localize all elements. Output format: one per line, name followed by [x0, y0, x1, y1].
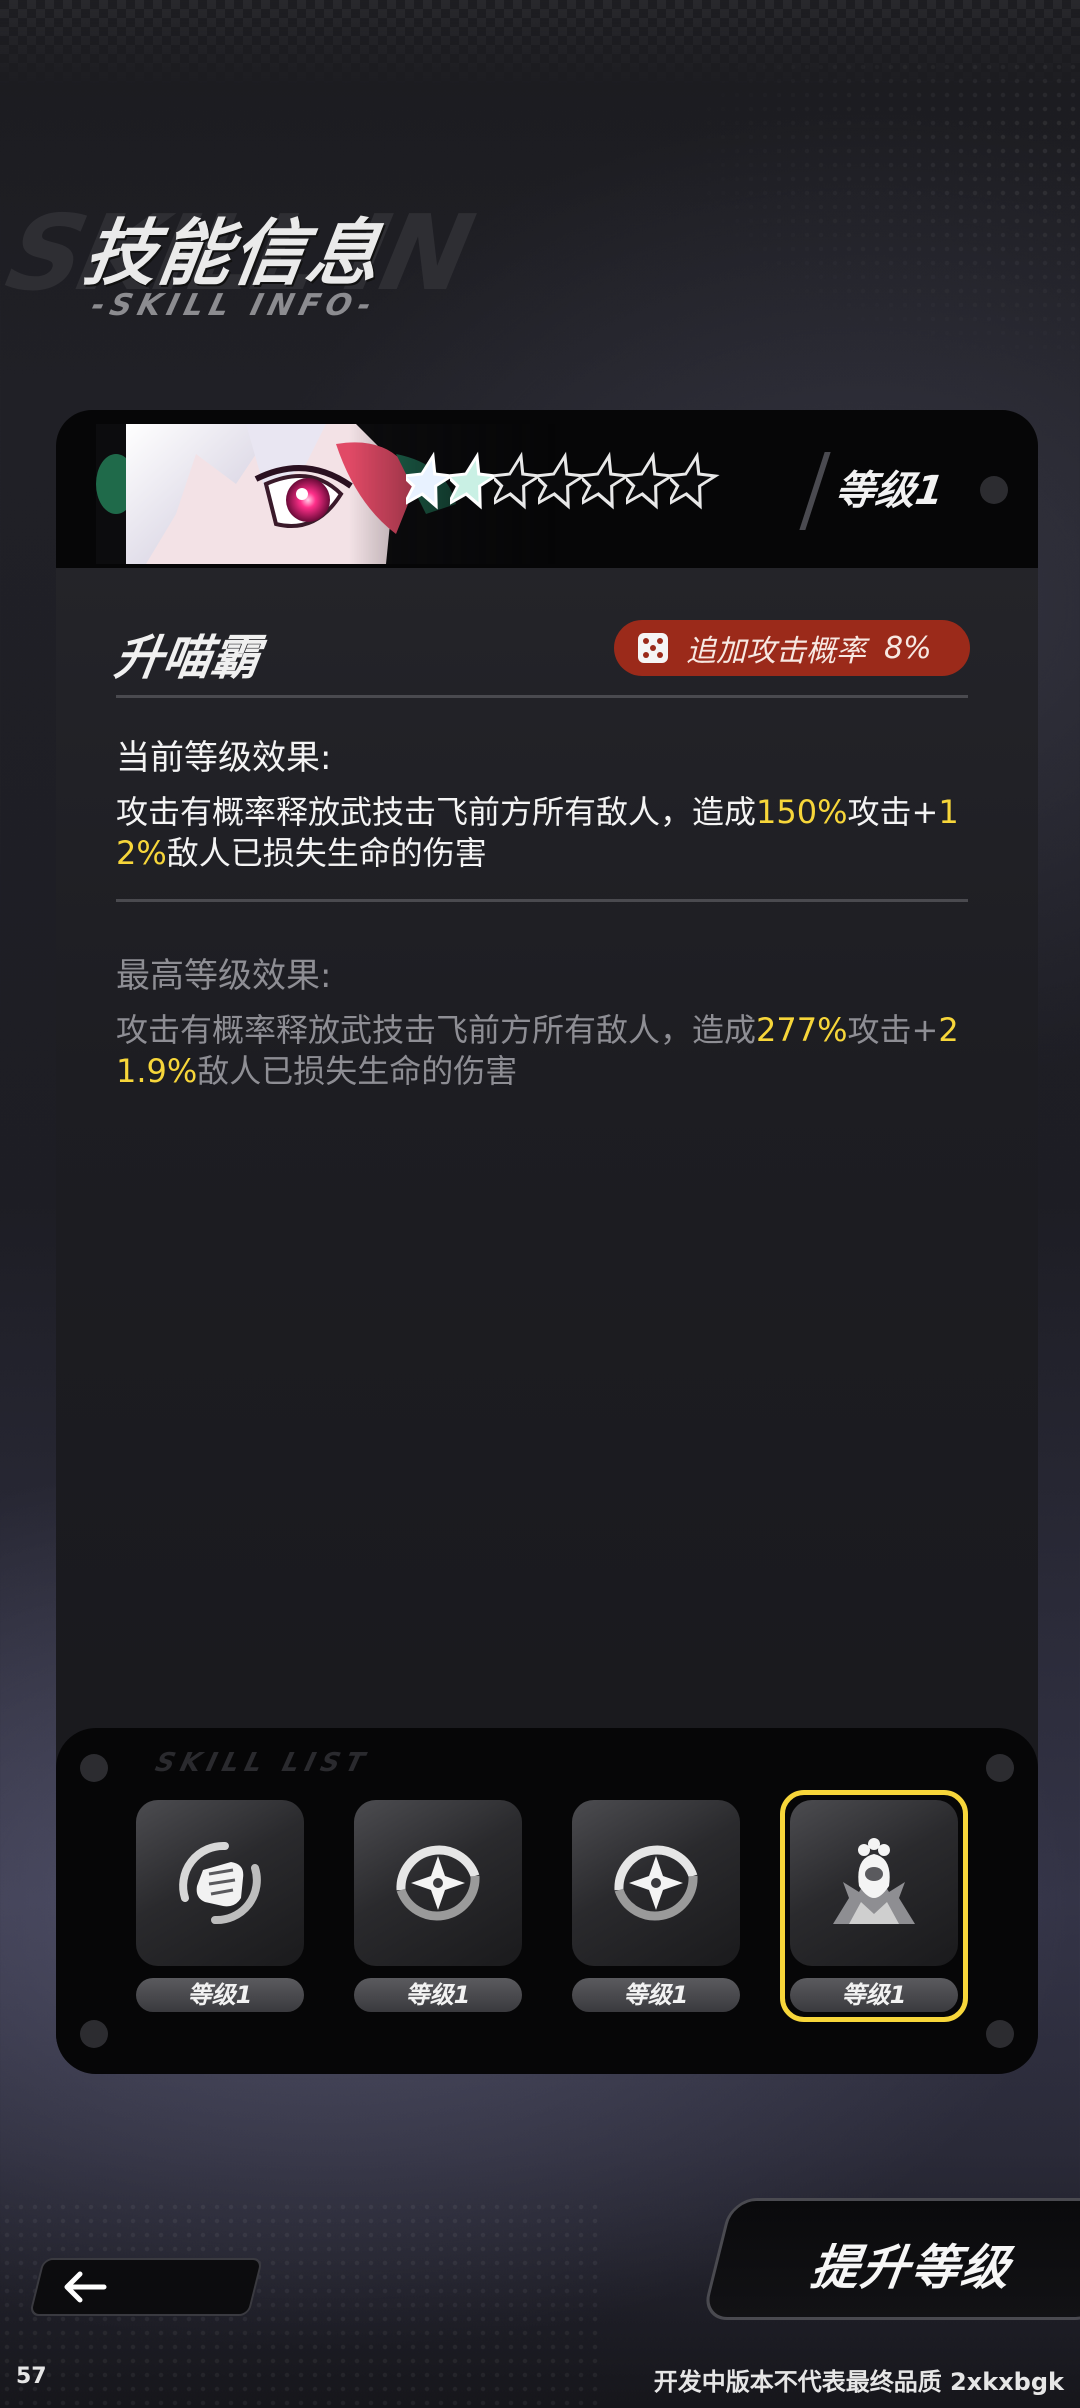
page-title: 技能信息 — [79, 211, 388, 295]
back-arrow-icon[interactable] — [62, 2269, 108, 2305]
chance-value: 8% — [884, 630, 932, 666]
divider-slash — [799, 452, 831, 530]
current-effect-text: 攻击有概率释放武技击飞前方所有敌人，造成150%攻击+12%敌人已损失生命的伤害 — [116, 793, 959, 872]
decorative-dot — [986, 2020, 1014, 2048]
max-effect-title: 最高等级效果: — [116, 956, 332, 996]
card-header: 等级1 — [56, 410, 1038, 568]
cat-paw-burst-icon — [833, 1838, 915, 1924]
skill-slot-3[interactable]: 等级1 — [572, 1800, 740, 2016]
skill-list-bar: SKILL LIST 等级1 等级1 等级1 等级1 — [56, 1728, 1038, 2074]
divider — [116, 695, 968, 698]
current-effect-title: 当前等级效果: — [116, 738, 332, 778]
page-header: SKILL IN 技能信息 -SKILL INFO- — [0, 180, 570, 340]
skill-list-label: SKILL LIST — [152, 1748, 374, 1778]
shuriken-icon — [614, 1845, 698, 1921]
page-subtitle: -SKILL INFO- — [87, 288, 381, 323]
dice-icon — [638, 633, 668, 663]
fps-counter: 57 — [16, 2364, 47, 2389]
shuriken-icon — [396, 1845, 480, 1921]
skill-tile[interactable] — [354, 1800, 522, 1966]
skill-slot-level: 等级1 — [136, 1978, 304, 2012]
skill-tile[interactable] — [136, 1800, 304, 1966]
skill-slot-level: 等级1 — [790, 1978, 958, 2012]
skill-name: 升喵霸 — [111, 630, 264, 686]
skill-level-label: 等级1 — [832, 468, 947, 514]
decorative-dot — [986, 1754, 1014, 1782]
decorative-dot — [80, 2020, 108, 2048]
skill-tile[interactable] — [790, 1800, 958, 1966]
skill-slot-4[interactable]: 等级1 — [780, 1790, 968, 2022]
fist-swirl-icon — [179, 1841, 261, 1925]
decorative-dot — [80, 1754, 108, 1782]
dot-pattern-decoration — [660, 60, 1080, 380]
upgrade-button-label[interactable]: 提升等级 — [807, 2228, 1017, 2298]
chance-label: 追加攻击概率 — [686, 634, 866, 669]
skill-slot-level: 等级1 — [572, 1978, 740, 2012]
star-empty-icon — [670, 451, 720, 510]
star-rating — [406, 450, 720, 520]
skill-tile[interactable] — [572, 1800, 740, 1966]
skill-slot-1[interactable]: 等级1 — [136, 1800, 304, 2016]
divider — [116, 899, 968, 902]
dev-build-notice: 开发中版本不代表最终品质 2xkxbgk — [653, 2368, 1064, 2396]
chance-badge: 追加攻击概率 8% — [614, 620, 970, 676]
skill-slot-level: 等级1 — [354, 1978, 522, 2012]
decorative-dot — [980, 476, 1008, 504]
skill-slot-2[interactable]: 等级1 — [354, 1800, 522, 2016]
max-effect-text: 攻击有概率释放武技击飞前方所有敌人，造成277%攻击+21.9%敌人已损失生命的… — [116, 1011, 959, 1090]
